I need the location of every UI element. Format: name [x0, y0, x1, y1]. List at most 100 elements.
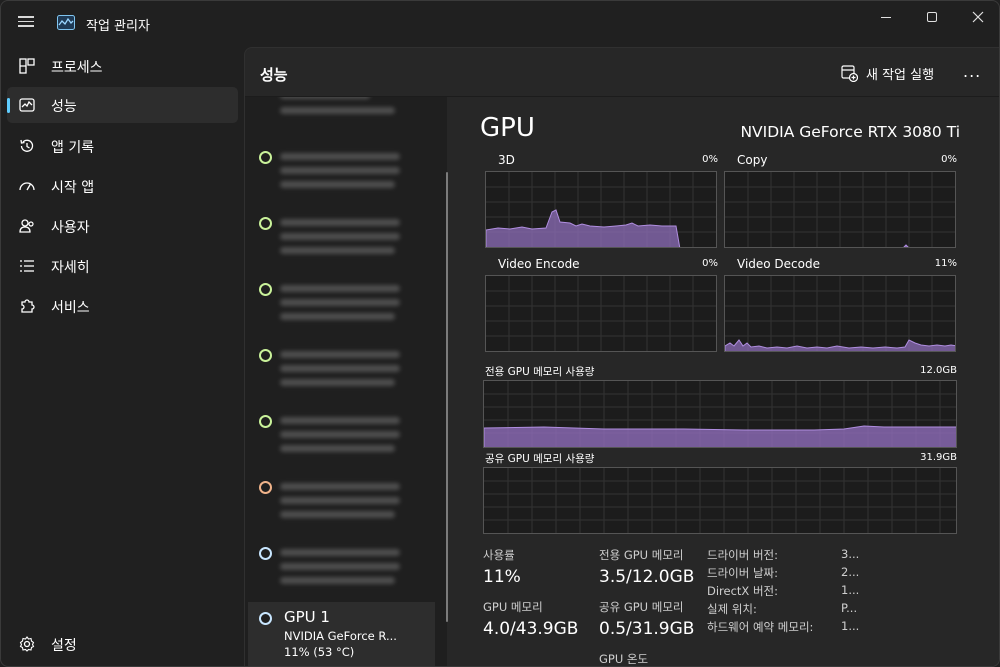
dedicated-memory-stat-value: 3.5/12.0GB: [599, 567, 695, 587]
sidebar-item-app-history[interactable]: 앱 기록: [7, 128, 238, 164]
dedicated-memory-stat-label: 전용 GPU 메모리: [599, 548, 684, 562]
device-item[interactable]: [245, 97, 435, 149]
maximize-button[interactable]: [909, 1, 955, 33]
graph-video-decode-plot: [725, 276, 955, 351]
gpu-memory-value: 4.0/43.9GB: [483, 619, 579, 639]
task-manager-app-icon: [57, 15, 75, 30]
sidebar-item-startup-apps[interactable]: 시작 앱: [7, 168, 238, 204]
info-key-physical-location: 실제 위치:: [707, 602, 757, 616]
graph-3d[interactable]: [485, 171, 717, 248]
dedicated-memory-label: 전용 GPU 메모리 사용량: [485, 366, 595, 378]
info-value-hardware-reserved-memory: 1...: [841, 619, 860, 633]
settings-gear-icon: [19, 636, 35, 652]
info-key-directx-version: DirectX 버전:: [707, 584, 779, 598]
device-status-dot: [259, 349, 272, 362]
run-task-icon: [841, 64, 858, 82]
services-puzzle-icon: [21, 299, 35, 313]
engine-percent-video-encode: 0%: [702, 258, 718, 269]
app-history-icon: [20, 139, 34, 152]
info-key-driver-date: 드라이버 날짜:: [707, 566, 779, 580]
utilization-value: 11%: [483, 567, 521, 587]
info-value-driver-date: 2...: [841, 565, 860, 579]
gpu-detail: GPU NVIDIA GeForce RTX 3080 Ti 3D 0% Cop…: [447, 97, 999, 666]
graph-video-encode-plot: [486, 276, 716, 351]
performance-chart-icon: [19, 98, 35, 112]
device-status-dot: [259, 415, 272, 428]
gpu-heading: GPU: [480, 113, 535, 143]
sidebar-item-label: 설정: [51, 638, 77, 654]
info-value-driver-version: 3...: [841, 547, 860, 561]
shared-memory-stat-value: 0.5/31.9GB: [599, 619, 695, 639]
processes-grid-icon: [19, 58, 35, 74]
info-value-physical-location: P...: [841, 601, 858, 615]
utilization-label: 사용률: [483, 548, 515, 562]
run-task-label: 새 작업 실행: [866, 67, 935, 83]
graph-video-encode[interactable]: [485, 275, 717, 352]
shared-memory-max: 31.9GB: [920, 452, 957, 463]
device-item[interactable]: [245, 283, 435, 349]
performance-panel: 성능 새 작업 실행 ... GPU 1 NVIDIA GeForce R...…: [244, 47, 999, 666]
close-button[interactable]: [955, 1, 999, 33]
sidebar-item-label: 사용자: [51, 220, 90, 236]
info-key-driver-version: 드라이버 버전:: [707, 548, 779, 562]
graph-shared-memory[interactable]: [483, 467, 957, 534]
device-list[interactable]: GPU 1 NVIDIA GeForce R... 11% (53 °C): [245, 97, 447, 666]
device-item[interactable]: [245, 151, 435, 217]
sidebar-item-services[interactable]: 서비스: [7, 288, 238, 324]
device-subtitle: NVIDIA GeForce R...: [284, 629, 397, 643]
sidebar-item-settings[interactable]: 설정: [7, 626, 238, 662]
sidebar-item-label: 시작 앱: [51, 180, 95, 196]
device-item[interactable]: [245, 349, 435, 415]
title-bar: 작업 관리자: [1, 1, 999, 45]
sidebar-item-label: 서비스: [51, 300, 90, 316]
menu-icon[interactable]: [15, 13, 37, 35]
gpu-memory-label: GPU 메모리: [483, 600, 543, 614]
app-title: 작업 관리자: [86, 19, 150, 34]
device-status-dot: [259, 283, 272, 296]
run-new-task-button[interactable]: 새 작업 실행: [841, 62, 934, 84]
device-item[interactable]: [245, 481, 435, 547]
sidebar-item-label: 성능: [51, 99, 77, 115]
info-value-directx-version: 1...: [841, 583, 860, 597]
device-item-gpu-1[interactable]: GPU 1 NVIDIA GeForce R... 11% (53 °C): [248, 602, 435, 666]
startup-gauge-icon: [19, 182, 35, 191]
device-status-dot: [259, 612, 272, 625]
graph-copy-plot: [725, 172, 955, 247]
sidebar-item-details[interactable]: 자세히: [7, 248, 238, 284]
sidebar-item-label: 프로세스: [51, 60, 103, 76]
close-icon: [972, 11, 984, 23]
engine-label-video-encode: Video Encode: [498, 257, 580, 271]
more-options-button[interactable]: ...: [963, 62, 981, 81]
sidebar-item-users[interactable]: 사용자: [7, 208, 238, 244]
gpu-temperature-label: GPU 온도: [599, 652, 649, 666]
device-item[interactable]: [245, 415, 435, 481]
device-status-dot: [259, 481, 272, 494]
details-list-icon: [20, 260, 34, 272]
engine-percent-video-decode: 11%: [934, 258, 957, 269]
graph-3d-plot: [486, 172, 716, 247]
graph-shared-memory-plot: [484, 468, 956, 533]
minimize-button[interactable]: [863, 1, 909, 33]
device-item[interactable]: [245, 217, 435, 283]
sidebar-item-processes[interactable]: 프로세스: [7, 48, 238, 84]
engine-label-3d: 3D: [498, 153, 515, 167]
page-title: 성능: [260, 66, 288, 84]
graph-video-decode[interactable]: [724, 275, 956, 352]
graph-dedicated-memory[interactable]: [483, 380, 957, 448]
device-status-dot: [259, 217, 272, 230]
device-value: 11% (53 °C): [284, 645, 355, 659]
gpu-model-name: NVIDIA GeForce RTX 3080 Ti: [740, 123, 960, 141]
engine-percent-copy: 0%: [941, 154, 957, 165]
users-icon: [19, 219, 34, 233]
engine-label-video-decode: Video Decode: [737, 257, 820, 271]
device-status-dot: [259, 547, 272, 560]
sidebar-item-label: 자세히: [51, 260, 90, 276]
graph-copy[interactable]: [724, 171, 956, 248]
engine-percent-3d: 0%: [702, 154, 718, 165]
dedicated-memory-max: 12.0GB: [920, 365, 957, 376]
shared-memory-label: 공유 GPU 메모리 사용량: [485, 453, 595, 465]
device-status-dot: [259, 151, 272, 164]
info-key-hardware-reserved-memory: 하드웨어 예약 메모리:: [707, 620, 814, 634]
graph-dedicated-memory-plot: [484, 381, 956, 447]
sidebar-item-performance[interactable]: 성능: [7, 87, 238, 123]
